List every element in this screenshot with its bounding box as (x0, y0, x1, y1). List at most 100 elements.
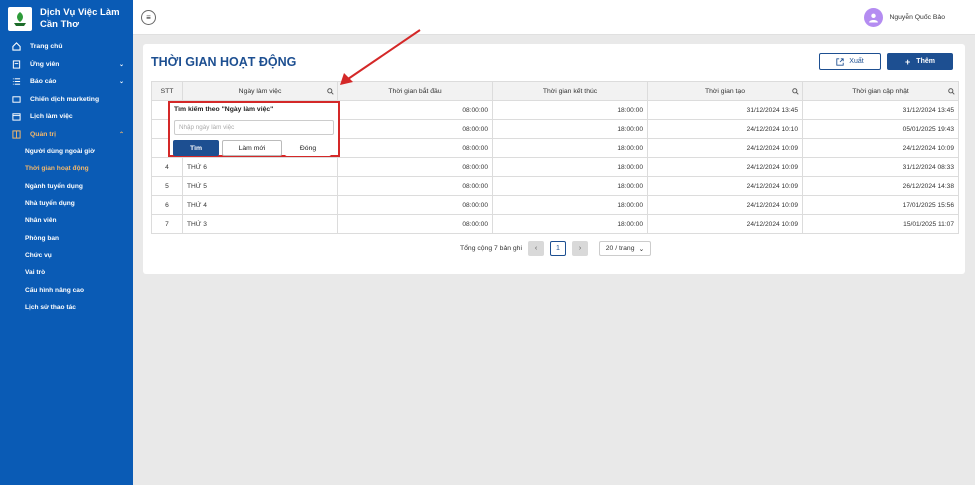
column-header-work-day[interactable]: Ngày làm việc (182, 81, 338, 101)
cell-day: THỨ 4 (182, 195, 338, 215)
cell-created: 24/12/2024 10:09 (647, 138, 803, 158)
sidebar-item-reports[interactable]: Báo cáo ⌄ (0, 73, 133, 91)
plus-icon: + (905, 56, 911, 67)
cell-updated: 31/12/2024 08:33 (802, 157, 959, 177)
add-button[interactable]: + Thêm (887, 53, 953, 70)
search-icon[interactable] (948, 88, 955, 95)
total-records: Tổng cộng 7 bản ghi (460, 245, 522, 252)
page-size-select[interactable]: 20 / trang ⌄ (598, 241, 651, 256)
column-header-stt: STT (151, 81, 183, 101)
sidebar-subitem-staff[interactable]: Nhân viên (0, 212, 133, 229)
sidebar-subitem-roles[interactable]: Vai trò (0, 264, 133, 281)
table-row[interactable]: 6 THỨ 4 08:00:00 18:00:00 24/12/2024 10:… (151, 195, 959, 215)
brand[interactable]: Dịch Vụ Việc Làm Cần Thơ (0, 0, 133, 36)
cell-created: 24/12/2024 10:09 (647, 176, 803, 196)
sidebar-subitem-advanced-config[interactable]: Cấu hình nâng cao (0, 281, 133, 298)
sidebar-item-label: Lịch làm việc (30, 113, 73, 121)
column-header-created[interactable]: Thời gian tạo (647, 81, 803, 101)
sidebar-subitem-employers[interactable]: Nhà tuyển dụng (0, 195, 133, 212)
brand-name-line1: Dịch Vụ Việc Làm (40, 7, 120, 18)
cell-start: 08:00:00 (337, 157, 493, 177)
search-icon[interactable] (327, 88, 334, 95)
logo (8, 7, 32, 31)
cell-day: THỨ 3 (182, 214, 338, 234)
cell-stt: 5 (151, 176, 183, 196)
sidebar-item-admin[interactable]: Quản trị ⌃ (0, 126, 133, 144)
sidebar-item-schedule[interactable]: Lịch làm việc (0, 108, 133, 126)
column-header-updated[interactable]: Thời gian cập nhật (802, 81, 959, 101)
cell-end: 18:00:00 (492, 138, 648, 158)
menu-toggle-button[interactable]: ≡ (141, 10, 156, 25)
cell-end: 18:00:00 (492, 214, 648, 234)
user-name: Nguyễn Quốc Bảo (889, 14, 945, 21)
sidebar-item-label: Chiến dịch marketing (30, 95, 100, 103)
cell-stt: 7 (151, 214, 183, 234)
search-icon[interactable] (792, 88, 799, 95)
filter-title: Tìm kiếm theo "Ngày làm việc" (174, 106, 274, 113)
sidebar-item-marketing[interactable]: Chiến dịch marketing (0, 91, 133, 109)
cell-updated: 17/01/2025 15:56 (802, 195, 959, 215)
brand-name-line2: Cần Thơ (40, 19, 79, 30)
cell-created: 24/12/2024 10:09 (647, 157, 803, 177)
cell-day: THỨ 6 (182, 157, 338, 177)
cell-end: 18:00:00 (492, 195, 648, 215)
page-title: THỜI GIAN HOẠT ĐỘNG (151, 55, 297, 69)
cell-updated: 26/12/2024 14:38 (802, 176, 959, 196)
filter-reset-button[interactable]: Làm mới (222, 140, 282, 156)
list-icon (11, 77, 21, 87)
table-header-row: STT Ngày làm việc Thời gian bắt đầu Thời… (151, 81, 959, 101)
table-row[interactable]: 4 THỨ 6 08:00:00 18:00:00 24/12/2024 10:… (151, 157, 959, 177)
sidebar-subitem-activity-log[interactable]: Lịch sử thao tác (0, 299, 133, 316)
filter-search-button[interactable]: Tìm (173, 140, 219, 156)
table-row[interactable]: 5 THỨ 5 08:00:00 18:00:00 24/12/2024 10:… (151, 176, 959, 196)
filter-input[interactable] (174, 120, 334, 135)
cell-start: 08:00:00 (337, 100, 493, 120)
top-header: ≡ Nguyễn Quốc Bảo (133, 0, 975, 35)
cell-start: 08:00:00 (337, 119, 493, 139)
sidebar-subitem-industries[interactable]: Ngành tuyển dụng (0, 178, 133, 195)
prev-page-button[interactable]: ‹ (527, 241, 544, 256)
sidebar-subitem-working-time[interactable]: Thời gian hoạt động (0, 160, 133, 177)
chevron-down-icon: ⌄ (118, 61, 124, 68)
sidebar-item-home[interactable]: Trang chủ (0, 38, 133, 56)
export-button[interactable]: Xuất (819, 53, 881, 70)
sidebar-nav: Trang chủ Ứng viên ⌄ Báo cáo ⌄ Chiến dịc… (0, 38, 133, 316)
cell-day: THỨ 5 (182, 176, 338, 196)
cell-updated: 31/12/2024 13:45 (802, 100, 959, 120)
sidebar-item-candidates[interactable]: Ứng viên ⌄ (0, 56, 133, 74)
cell-end: 18:00:00 (492, 100, 648, 120)
page-number-button[interactable]: 1 (549, 241, 566, 256)
cell-stt: 4 (151, 157, 183, 177)
export-label: Xuất (849, 58, 864, 65)
cell-created: 24/12/2024 10:10 (647, 119, 803, 139)
cell-start: 08:00:00 (337, 214, 493, 234)
cell-stt: 6 (151, 195, 183, 215)
sidebar-item-label: Trang chủ (30, 43, 63, 51)
sidebar-subitem-departments[interactable]: Phòng ban (0, 229, 133, 246)
cell-updated: 05/01/2025 19:43 (802, 119, 959, 139)
chevron-up-icon: ⌃ (118, 131, 124, 138)
cell-end: 18:00:00 (492, 176, 648, 196)
cell-created: 24/12/2024 10:09 (647, 195, 803, 215)
user-menu[interactable]: Nguyễn Quốc Bảo (864, 8, 945, 27)
cell-end: 18:00:00 (492, 157, 648, 177)
candidate-icon (11, 59, 21, 69)
sidebar-item-label: Quản trị (30, 130, 57, 138)
sidebar-subitem-overtime-users[interactable]: Người dùng ngoài giờ (0, 143, 133, 160)
sidebar-item-label: Ứng viên (30, 60, 60, 68)
sidebar-subitem-positions[interactable]: Chức vụ (0, 247, 133, 264)
filter-close-button[interactable]: Đóng (285, 140, 331, 156)
next-page-button[interactable]: › (571, 241, 588, 256)
sidebar: Dịch Vụ Việc Làm Cần Thơ Trang chủ Ứng v… (0, 0, 133, 485)
cell-updated: 15/01/2025 11:07 (802, 214, 959, 234)
cell-start: 08:00:00 (337, 195, 493, 215)
calendar-icon (11, 112, 21, 122)
cell-created: 31/12/2024 13:45 (647, 100, 803, 120)
sidebar-item-label: Báo cáo (30, 78, 57, 86)
hamburger-icon: ≡ (146, 13, 151, 22)
chevron-down-icon: ⌄ (118, 79, 124, 85)
cell-updated: 24/12/2024 10:09 (802, 138, 959, 158)
cell-start: 08:00:00 (337, 138, 493, 158)
table-row[interactable]: 7 THỨ 3 08:00:00 18:00:00 24/12/2024 10:… (151, 214, 959, 234)
avatar (864, 8, 884, 27)
